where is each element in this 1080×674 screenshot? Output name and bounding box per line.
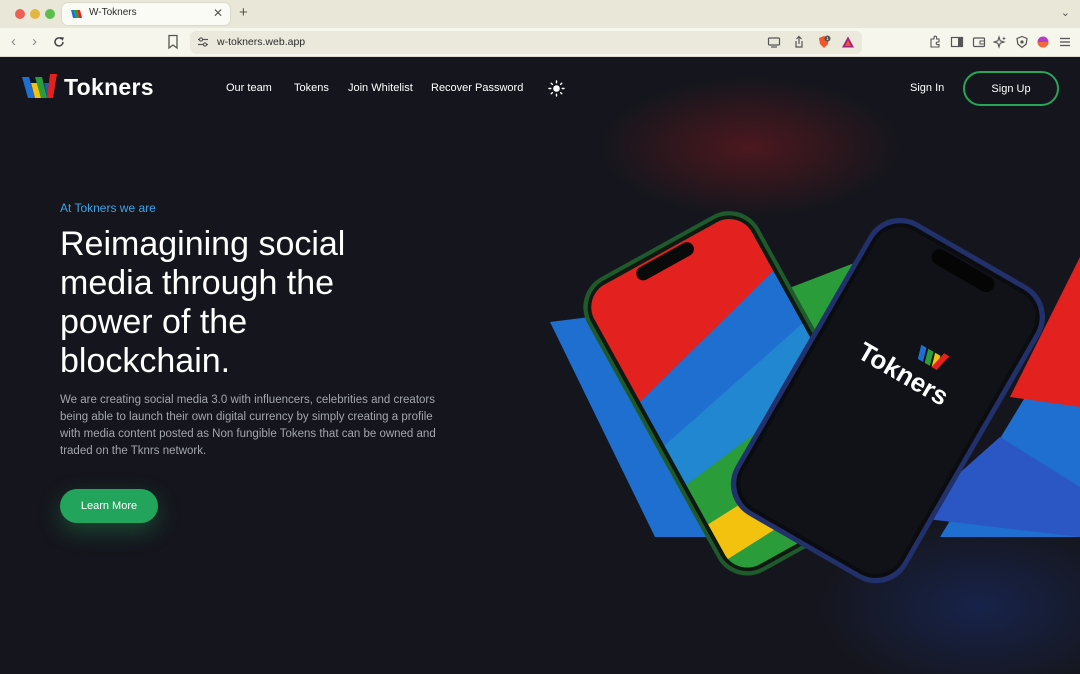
wallet-icon[interactable]	[972, 35, 986, 49]
logo-wordmark: Tokners	[64, 74, 154, 100]
headline-line: media through the	[60, 264, 335, 302]
brave-rewards-icon[interactable]	[841, 35, 855, 49]
hero-phones-illustration: Tokners	[550, 209, 1080, 584]
tokners-logo-mark-icon	[22, 74, 57, 98]
sign-in-link[interactable]: Sign In	[910, 82, 944, 94]
tab-list-chevron-icon[interactable]: ⌄	[1061, 6, 1070, 19]
browser-toolbar: ‹ › w-tokners.web.app 1	[0, 28, 1080, 57]
menu-icon[interactable]	[1058, 35, 1072, 49]
url-text: w-tokners.web.app	[217, 36, 306, 48]
sidebar-icon[interactable]	[950, 35, 964, 49]
learn-more-button[interactable]: Learn More	[60, 489, 158, 523]
sign-up-label: Sign Up	[991, 83, 1031, 95]
headline-line: blockchain.	[60, 342, 231, 380]
share-icon[interactable]	[792, 35, 806, 49]
browser-tab-bar: W-Tokners ✕ + ⌄	[0, 0, 1080, 28]
nav-recover-password[interactable]: Recover Password	[431, 82, 523, 94]
learn-more-label: Learn More	[80, 500, 138, 512]
close-window-button[interactable]	[15, 9, 25, 19]
webpage: Tokners Our team Tokens Join Whitelist R…	[0, 57, 1080, 674]
nav-our-team[interactable]: Our team	[226, 82, 272, 94]
profile-avatar-icon[interactable]	[1036, 35, 1050, 49]
headline-line: power of the	[60, 303, 248, 341]
address-bar[interactable]: w-tokners.web.app 1	[190, 31, 862, 54]
minimize-window-button[interactable]	[30, 9, 40, 19]
back-button[interactable]: ‹	[11, 33, 16, 51]
tab-title: W-Tokners	[89, 7, 137, 18]
forward-button[interactable]: ›	[32, 33, 37, 51]
hero-description: We are creating social media 3.0 with in…	[60, 394, 436, 457]
reload-icon[interactable]	[52, 35, 66, 49]
site-settings-icon[interactable]	[197, 36, 209, 48]
hero-headline: Reimagining social media through the pow…	[60, 225, 440, 381]
nav-tokens[interactable]: Tokens	[294, 82, 329, 94]
tab-close-icon[interactable]: ✕	[213, 6, 223, 20]
vpn-shield-icon[interactable]	[1015, 35, 1029, 49]
sun-icon[interactable]	[548, 80, 565, 97]
bookmark-icon[interactable]	[166, 34, 180, 50]
tokners-favicon-icon	[71, 10, 82, 18]
leo-ai-icon[interactable]	[993, 35, 1007, 49]
active-tab[interactable]: W-Tokners ✕	[62, 3, 230, 25]
hero-eyebrow: At Tokners we are	[60, 201, 156, 215]
cast-icon[interactable]	[767, 35, 781, 49]
site-logo[interactable]: Tokners	[22, 74, 172, 104]
maximize-window-button[interactable]	[45, 9, 55, 19]
new-tab-button[interactable]: +	[239, 4, 248, 22]
sign-up-button[interactable]: Sign Up	[963, 71, 1059, 106]
nav-join-whitelist[interactable]: Join Whitelist	[348, 82, 413, 94]
extensions-icon[interactable]	[928, 35, 942, 49]
headline-line: Reimagining social	[60, 225, 346, 263]
brave-shield-icon[interactable]: 1	[817, 35, 831, 49]
